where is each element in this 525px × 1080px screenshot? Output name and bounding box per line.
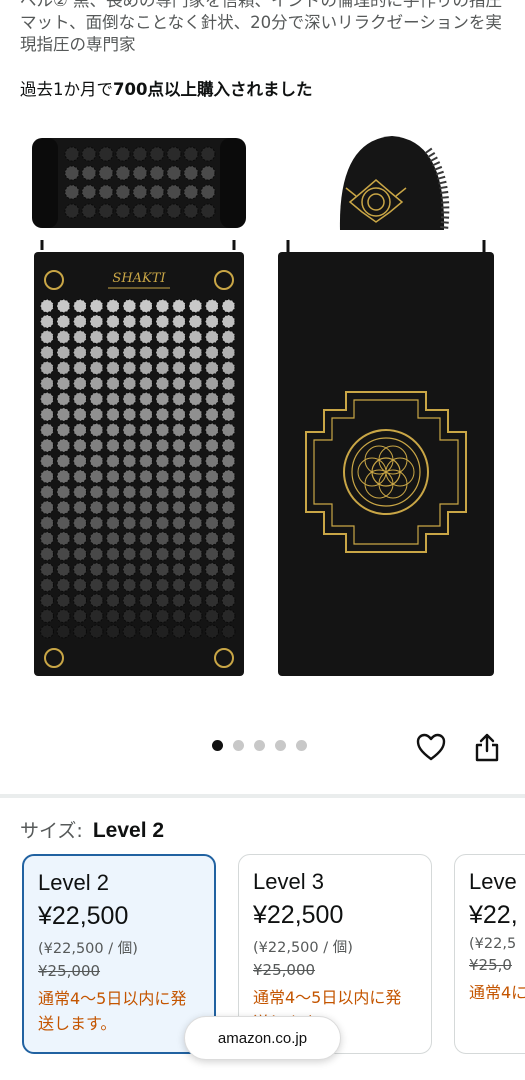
option-shipping: 通常4に発送 (469, 983, 525, 1002)
option-name: Leve (469, 869, 517, 894)
purchase-count: 過去1か月で700点以上購入されました (20, 76, 312, 100)
carousel-dots[interactable] (212, 740, 307, 751)
size-label-value: Level 2 (92, 819, 165, 842)
carousel-dot[interactable] (275, 740, 286, 751)
option-unit-price: (¥22,500 / 個) (253, 940, 353, 956)
product-description: ベル② 黒、長めの専門家を信頼、インドの倫理的に手作りの指圧マット、面倒なことな… (20, 0, 503, 54)
option-price: ¥22,500 (38, 902, 129, 930)
carousel-dot[interactable] (212, 740, 223, 751)
option-list-price: ¥25,000 (38, 962, 101, 980)
acupressure-mat-front-image: SHAKTI (34, 240, 244, 676)
size-option-level-2[interactable]: Level 2 ¥22,500 (¥22,500 / 個) ¥25,000 通常… (22, 854, 216, 1054)
product-image-gallery[interactable]: SHAKTI (0, 120, 525, 720)
bolster-pillow-image (32, 138, 246, 228)
size-option-partial[interactable]: Leve ¥22, (¥22,5 ¥25,0 通常4に発送 (454, 854, 525, 1054)
size-selector-label: サイズ: Level 2 (20, 816, 164, 843)
section-divider (0, 794, 525, 798)
purchase-count-prefix: 過去1か月で (20, 80, 113, 99)
wishlist-button[interactable] (414, 730, 448, 764)
option-name: Level 2 (38, 870, 109, 895)
heart-icon (416, 733, 446, 761)
option-price: ¥22,500 (253, 901, 344, 929)
carousel-dot[interactable] (233, 740, 244, 751)
option-shipping: 通常4～5日以内に発送します。 (38, 989, 187, 1033)
size-label-key: サイズ: (20, 820, 83, 842)
share-button[interactable] (470, 730, 504, 764)
acupressure-mat-back-image (278, 240, 494, 676)
purchase-count-value: 700点以上購入されました (113, 80, 313, 99)
share-icon (475, 733, 499, 762)
carousel-dot[interactable] (296, 740, 307, 751)
option-unit-price: (¥22,500 / 個) (38, 941, 138, 957)
option-list-price: ¥25,000 (253, 961, 316, 979)
svg-text:SHAKTI: SHAKTI (112, 271, 166, 286)
option-list-price: ¥25,0 (469, 956, 512, 974)
carousel-dot[interactable] (254, 740, 265, 751)
option-name: Level 3 (253, 869, 324, 894)
option-price: ¥22, (469, 901, 518, 929)
pillow-image (339, 136, 450, 231)
option-unit-price: (¥22,5 (469, 936, 517, 952)
browser-url-pill[interactable]: amazon.co.jp (184, 1016, 341, 1060)
